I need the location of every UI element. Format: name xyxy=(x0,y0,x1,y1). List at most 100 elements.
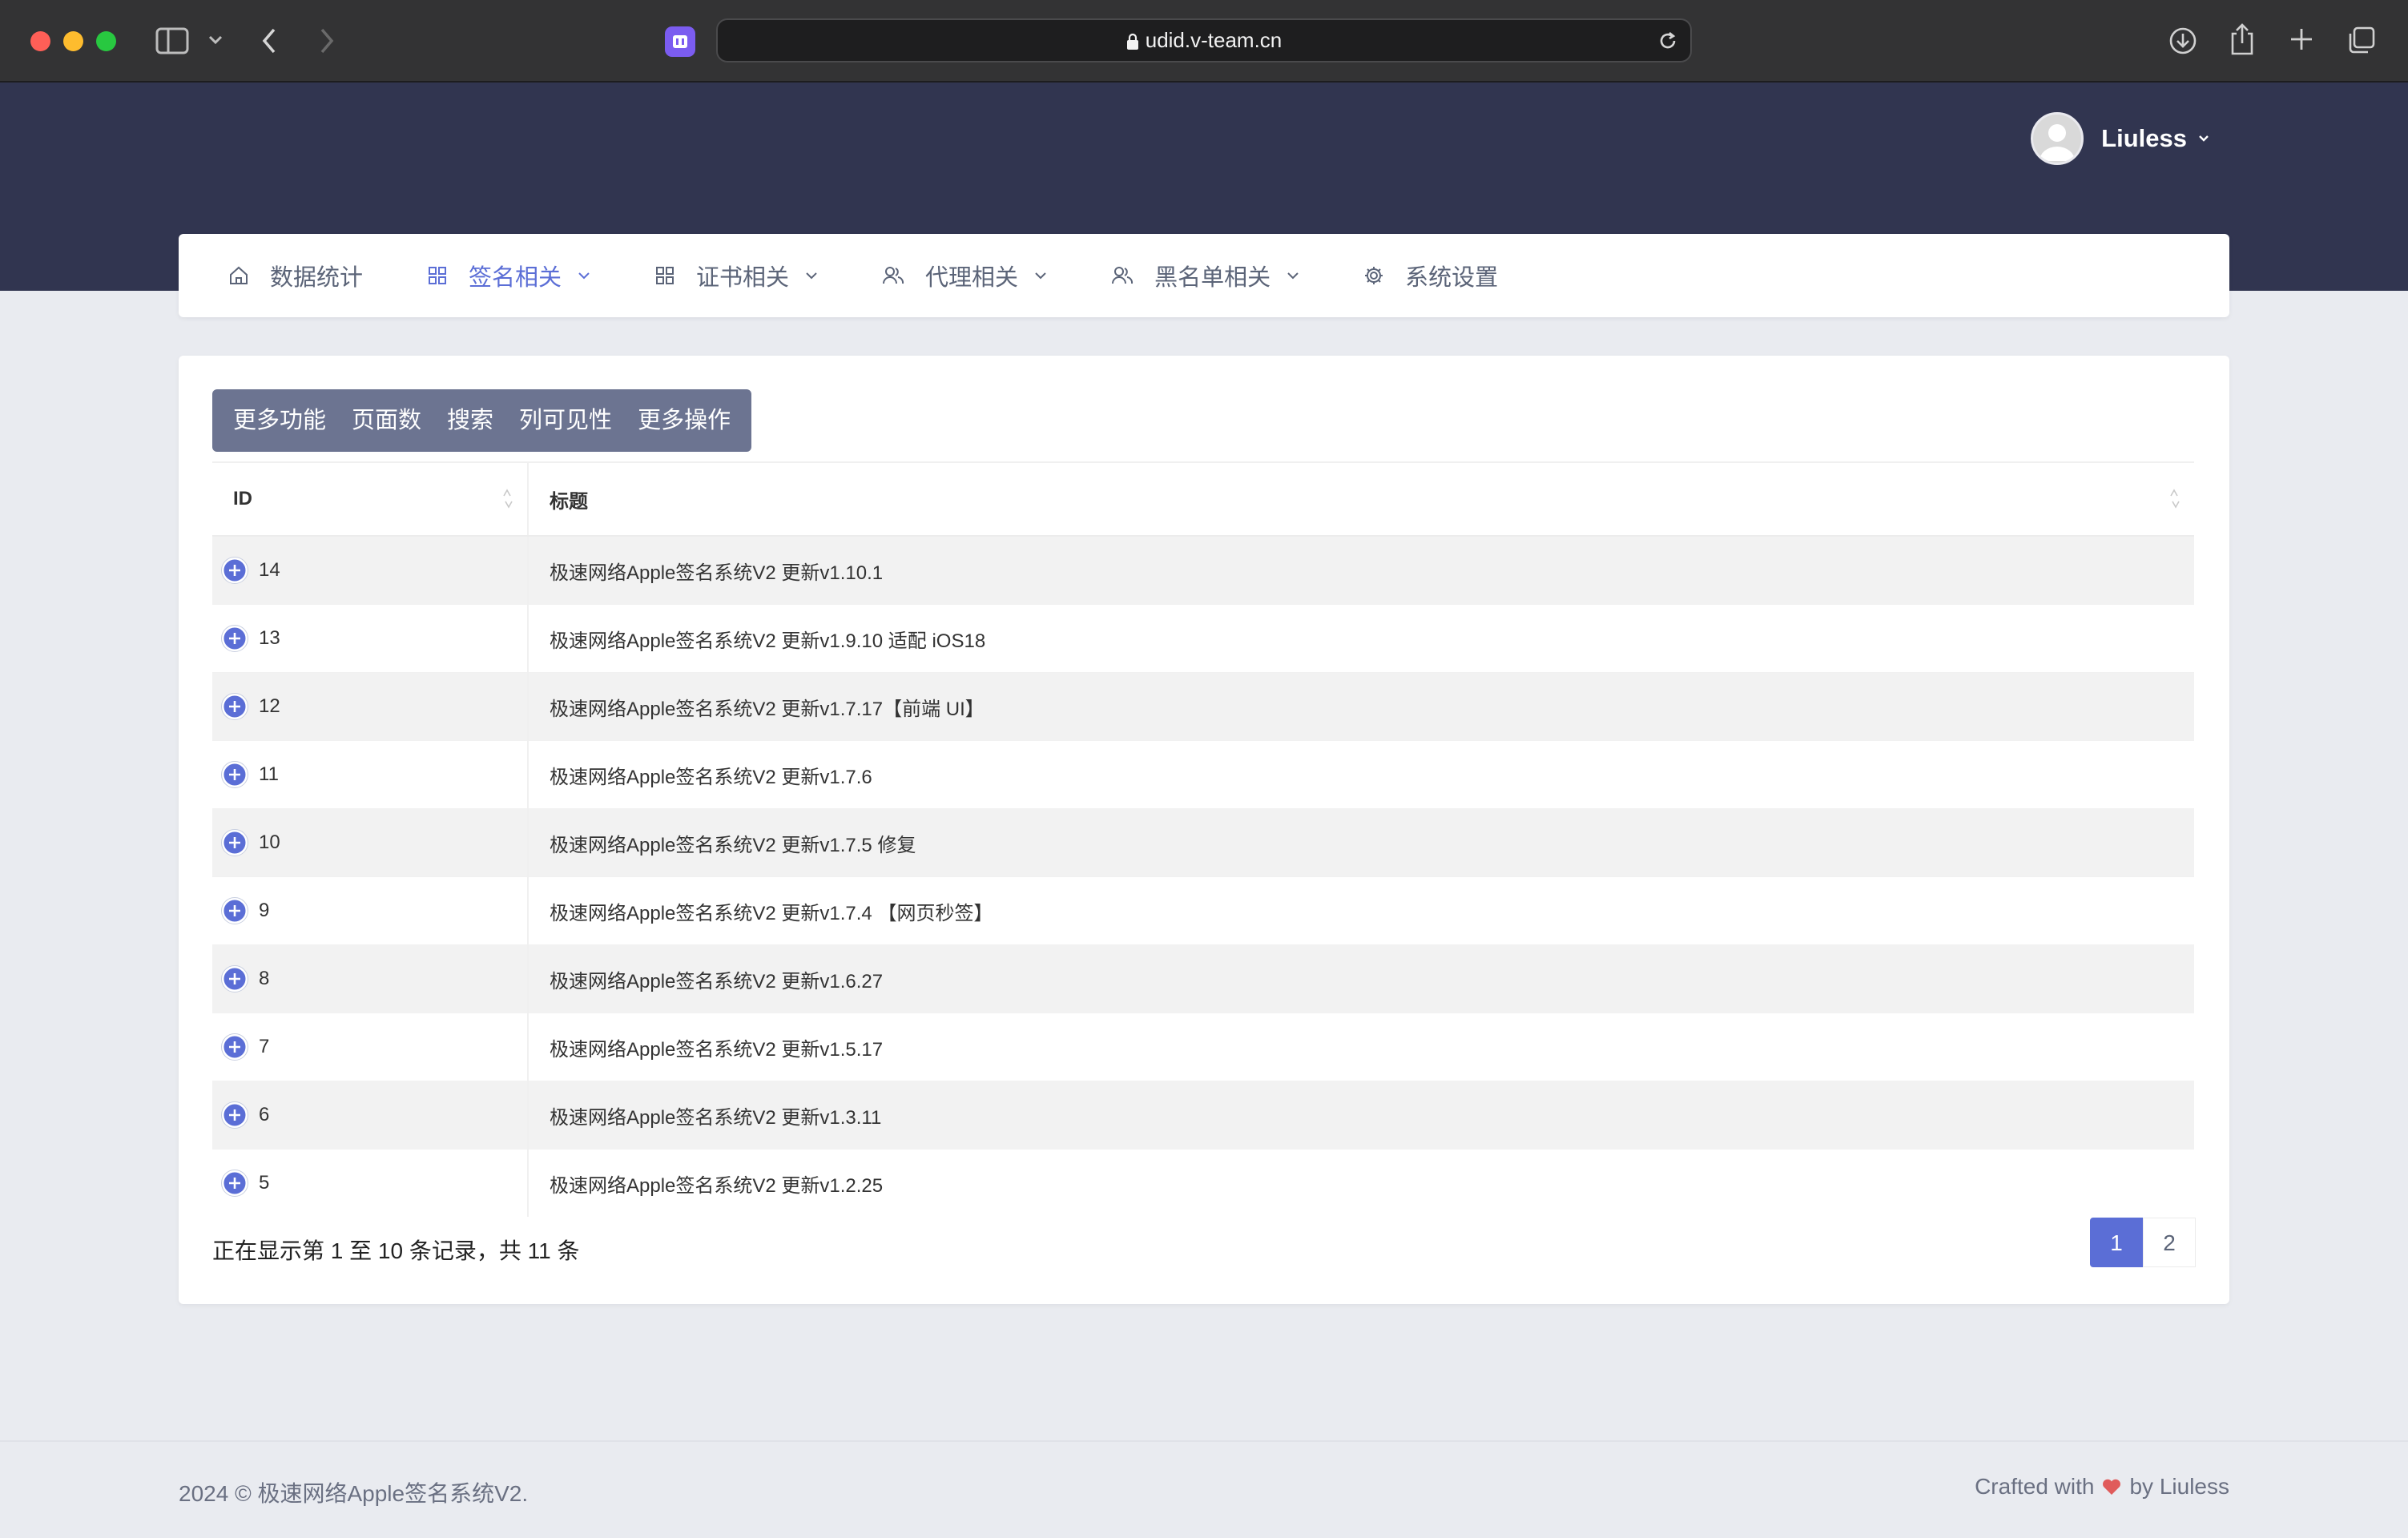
table-row: 5 极速网络Apple签名系统V2 更新v1.2.25 xyxy=(212,1149,2194,1217)
address-bar[interactable]: udid.v-team.cn xyxy=(716,18,1692,62)
title-cell: 极速网络Apple签名系统V2 更新v1.10.1 xyxy=(528,535,2194,605)
id-cell: 10 xyxy=(212,808,529,877)
title-cell: 极速网络Apple签名系统V2 更新v1.5.17 xyxy=(528,1013,2194,1081)
id-cell: 8 xyxy=(212,944,529,1013)
plus-circle-icon[interactable] xyxy=(220,556,249,585)
table-row: 7 极速网络Apple签名系统V2 更新v1.5.17 xyxy=(212,1013,2194,1081)
row-id: 8 xyxy=(259,968,270,989)
user-menu[interactable]: Liuless xyxy=(2031,111,2209,167)
title-cell: 极速网络Apple签名系统V2 更新v1.9.10 适配 iOS18 xyxy=(528,604,2194,673)
row-id: 5 xyxy=(259,1172,270,1194)
tab-overview-icon[interactable] xyxy=(2347,26,2376,54)
title-cell: 极速网络Apple签名系统V2 更新v1.7.17【前端 UI】 xyxy=(528,672,2194,741)
nav-item-agents[interactable]: 代理相关 xyxy=(882,259,1047,292)
close-window-button[interactable] xyxy=(30,31,50,51)
users-icon xyxy=(883,267,904,284)
row-id: 6 xyxy=(259,1104,270,1125)
plus-circle-icon[interactable] xyxy=(220,896,249,925)
id-cell: 13 xyxy=(212,604,529,673)
gear-icon xyxy=(1365,267,1383,284)
footer-credit-author: by Liuless xyxy=(2129,1474,2229,1499)
chevron-down-icon xyxy=(1287,272,1299,280)
reload-icon[interactable] xyxy=(1657,30,1679,52)
avatar xyxy=(2031,112,2084,165)
plus-circle-icon[interactable] xyxy=(220,964,249,993)
nav-item-blacklist[interactable]: 黑名单相关 xyxy=(1111,259,1299,292)
sidebar-toggle-icon[interactable] xyxy=(155,27,189,54)
table-toolbar: 更多功能 页面数 搜索 列可见性 更多操作 xyxy=(212,389,752,452)
extension-icon[interactable] xyxy=(665,26,695,57)
title-cell: 极速网络Apple签名系统V2 更新v1.7.5 修复 xyxy=(528,808,2194,877)
column-header-label: ID xyxy=(233,488,252,509)
row-id: 13 xyxy=(259,627,280,649)
sort-icon xyxy=(2170,489,2180,509)
more-actions-button[interactable]: 更多操作 xyxy=(625,389,743,452)
chevron-down-icon[interactable] xyxy=(208,35,223,45)
row-id: 14 xyxy=(259,559,280,581)
plus-circle-icon[interactable] xyxy=(220,760,249,789)
download-icon[interactable] xyxy=(2168,26,2198,56)
minimize-window-button[interactable] xyxy=(63,31,83,51)
nav-item-signing[interactable]: 签名相关 xyxy=(427,259,590,292)
table-info: 正在显示第 1 至 10 条记录，共 11 条 xyxy=(212,1238,580,1263)
table-row: 10 极速网络Apple签名系统V2 更新v1.7.5 修复 xyxy=(212,808,2194,877)
search-button[interactable]: 搜索 xyxy=(434,389,506,452)
heart-icon xyxy=(2103,1479,2121,1495)
title-cell: 极速网络Apple签名系统V2 更新v1.7.4 【网页秒签】 xyxy=(528,876,2194,945)
plus-circle-icon[interactable] xyxy=(220,1169,249,1198)
data-table: ID 标题 14 极速网络Apple签名系统V2 更新v1.10.1 13 极速网络A… xyxy=(212,461,2194,1217)
title-cell: 极速网络Apple签名系统V2 更新v1.2.25 xyxy=(528,1149,2194,1217)
zoom-window-button[interactable] xyxy=(96,31,116,51)
share-icon[interactable] xyxy=(2229,22,2256,56)
table-row: 14 极速网络Apple签名系统V2 更新v1.10.1 xyxy=(212,535,2194,605)
id-cell: 14 xyxy=(212,535,529,605)
footer-credit-prefix: Crafted with xyxy=(1975,1474,2095,1499)
id-cell: 11 xyxy=(212,740,529,809)
id-cell: 12 xyxy=(212,672,529,741)
row-id: 12 xyxy=(259,695,280,717)
plus-circle-icon[interactable] xyxy=(220,624,249,653)
plus-circle-icon[interactable] xyxy=(220,1033,249,1061)
chevron-down-icon xyxy=(1035,272,1046,280)
content-card: 更多功能 页面数 搜索 列可见性 更多操作 ID 标题 14 极速网络Apple… xyxy=(179,356,2229,1304)
more-functions-button[interactable]: 更多功能 xyxy=(220,389,339,452)
browser-toolbar: udid.v-team.cn xyxy=(0,0,2408,83)
footer-credit: Crafted with by Liuless xyxy=(1975,1474,2229,1500)
column-visibility-button[interactable]: 列可见性 xyxy=(506,389,625,452)
table-row: 9 极速网络Apple签名系统V2 更新v1.7.4 【网页秒签】 xyxy=(212,876,2194,945)
table-row: 8 极速网络Apple签名系统V2 更新v1.6.27 xyxy=(212,944,2194,1013)
page-length-button[interactable]: 页面数 xyxy=(339,389,434,452)
home-icon xyxy=(230,266,248,284)
grid-icon xyxy=(429,267,447,284)
nav-item-label: 证书相关 xyxy=(696,265,790,291)
plus-circle-icon[interactable] xyxy=(220,828,249,857)
nav-item-stats[interactable]: 数据统计 xyxy=(228,259,363,292)
new-tab-icon[interactable] xyxy=(2289,27,2313,51)
title-cell: 极速网络Apple签名系统V2 更新v1.6.27 xyxy=(528,944,2194,1013)
main-nav: 数据统计 签名相关 证书相关 代理相关 黑名单相关 系统设置 xyxy=(179,234,2229,317)
title-cell: 极速网络Apple签名系统V2 更新v1.7.6 xyxy=(528,740,2194,809)
nav-item-label: 代理相关 xyxy=(925,265,1019,291)
nav-item-settings[interactable]: 系统设置 xyxy=(1363,259,1498,292)
sort-icon xyxy=(503,489,513,509)
grid-icon xyxy=(656,267,674,284)
chevron-down-icon xyxy=(806,272,817,280)
plus-circle-icon[interactable] xyxy=(220,1101,249,1129)
forward-icon[interactable] xyxy=(319,27,335,54)
table-row: 12 极速网络Apple签名系统V2 更新v1.7.17【前端 UI】 xyxy=(212,672,2194,741)
id-cell: 6 xyxy=(212,1081,529,1149)
users-icon xyxy=(1112,267,1134,284)
title-cell: 极速网络Apple签名系统V2 更新v1.3.11 xyxy=(528,1081,2194,1149)
plus-circle-icon[interactable] xyxy=(220,692,249,721)
nav-item-label: 数据统计 xyxy=(270,265,364,291)
table-row: 11 极速网络Apple签名系统V2 更新v1.7.6 xyxy=(212,740,2194,809)
footer-copyright: 2024 © 极速网络Apple签名系统V2. xyxy=(179,1481,529,1506)
page-button[interactable]: 1 xyxy=(2090,1218,2143,1267)
column-header-id[interactable]: ID xyxy=(212,461,529,537)
page-button[interactable]: 2 xyxy=(2143,1218,2196,1267)
id-cell: 7 xyxy=(212,1013,529,1081)
nav-item-certificates[interactable]: 证书相关 xyxy=(654,259,818,292)
back-icon[interactable] xyxy=(261,27,277,54)
row-id: 10 xyxy=(259,831,280,853)
column-header-title[interactable]: 标题 xyxy=(528,461,2194,537)
